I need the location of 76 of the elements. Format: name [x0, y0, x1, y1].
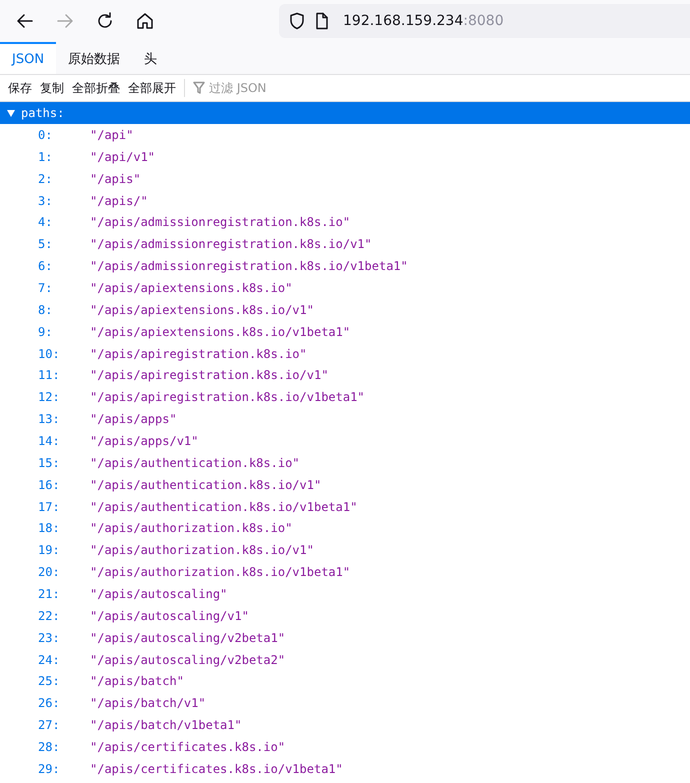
array-index: 7:: [37, 280, 54, 295]
array-index: 11:: [37, 368, 61, 382]
array-index: 23:: [37, 630, 61, 645]
string-value: "/apis/admissionregistration.k8s.io/v1beta1": [90, 259, 408, 274]
address-bar[interactable]: 192.168.159.234:8080: [279, 4, 690, 38]
toolbar-button[interactable]: 全部展开: [124, 80, 180, 96]
string-value: "/apis/apiregistration.k8s.io/v1beta1": [90, 390, 365, 404]
string-value: "/apis/apiregistration.k8s.io": [90, 346, 307, 361]
string-value: "/apis/authentication.k8s.io/v1beta1": [90, 500, 358, 514]
array-index: 20:: [37, 565, 61, 580]
string-value: "/apis/certificates.k8s.io": [90, 740, 286, 754]
string-value: "/apis/authentication.k8s.io/v1": [90, 478, 322, 492]
array-index: 22:: [37, 608, 61, 623]
string-value: "/apis/autoscaling": [90, 586, 228, 601]
filter-icon[interactable]: [193, 81, 205, 95]
array-index: 16:: [37, 478, 61, 492]
tab[interactable]: 原始数据: [56, 42, 132, 74]
string-value: "/apis/admissionregistration.k8s.io": [90, 215, 350, 230]
tree-row[interactable]: paths:: [0, 102, 690, 124]
string-value: "/apis/batch/v1": [90, 696, 206, 710]
string-value: "/apis/apiregistration.k8s.io/v1": [90, 368, 328, 382]
array-index: 2:: [37, 172, 54, 186]
array-index: 10:: [37, 346, 61, 361]
array-index: 5:: [37, 237, 54, 252]
string-value: "/apis/batch/v1beta1": [90, 718, 242, 732]
toolbar-button[interactable]: 复制: [36, 80, 68, 96]
string-value: "/apis/apiextensions.k8s.io/v1beta1": [90, 324, 350, 339]
array-index: 26:: [37, 696, 61, 710]
array-index: 24:: [37, 652, 61, 667]
string-value: "/apis/authentication.k8s.io": [90, 456, 300, 470]
array-index: 8:: [37, 302, 54, 317]
string-value: "/apis/autoscaling/v1": [90, 608, 249, 623]
array-index: 0:: [37, 128, 54, 142]
shield-icon[interactable]: [289, 12, 305, 30]
array-index: 18:: [37, 521, 61, 536]
string-value: "/api/v1": [90, 150, 156, 164]
array-index: 25:: [37, 674, 61, 688]
string-value: "/apis/certificates.k8s.io/v1beta1": [90, 762, 343, 776]
back-icon[interactable]: [16, 12, 34, 30]
string-value: "/apis/authorization.k8s.io/v1": [90, 543, 314, 558]
array-index: 9:: [37, 324, 54, 339]
tab[interactable]: JSON: [0, 42, 56, 74]
array-index: 19:: [37, 543, 61, 558]
array-index: 4:: [37, 215, 54, 230]
string-value: "/apis/apps": [90, 412, 177, 426]
page-icon[interactable]: [315, 12, 329, 30]
array-index: 14:: [37, 434, 61, 448]
toolbar-button[interactable]: 保存: [4, 80, 36, 96]
string-value: "/apis/apps/v1": [90, 434, 198, 448]
string-value: "/apis/admissionregistration.k8s.io/v1": [90, 237, 372, 252]
array-index: 28:: [37, 740, 61, 754]
string-value: "/apis/": [90, 194, 148, 208]
array-index: 29:: [37, 762, 61, 776]
array-index: 21:: [37, 586, 61, 601]
array-index: 27:: [37, 718, 61, 732]
string-value: "/apis/batch": [90, 674, 184, 688]
string-value: "/apis/authorization.k8s.io/v1beta1": [90, 565, 350, 580]
array-index: 12:: [37, 390, 61, 404]
array-index: 6:: [37, 259, 54, 274]
string-value: "/apis/apiextensions.k8s.io/v1": [90, 302, 314, 317]
home-icon[interactable]: [136, 12, 154, 30]
array-index: 1:: [37, 150, 54, 164]
filter-field[interactable]: 过滤 JSON: [189, 81, 329, 95]
string-value: "/apis/apiextensions.k8s.io": [90, 280, 292, 295]
array-index: 17:: [37, 500, 61, 514]
reload-icon[interactable]: [96, 12, 114, 30]
string-value: "/apis/authorization.k8s.io": [90, 521, 292, 536]
toolbar-button[interactable]: 全部折叠: [68, 80, 124, 96]
array-index: 15:: [37, 456, 61, 470]
string-value: "/api": [90, 128, 134, 142]
array-index: 13:: [37, 412, 61, 426]
tab[interactable]: 头: [132, 42, 170, 74]
string-value: "/apis": [90, 172, 141, 186]
string-value: "/apis/autoscaling/v2beta1": [90, 630, 286, 645]
array-index: 3:: [37, 194, 54, 208]
string-value: "/apis/autoscaling/v2beta2": [90, 652, 286, 667]
